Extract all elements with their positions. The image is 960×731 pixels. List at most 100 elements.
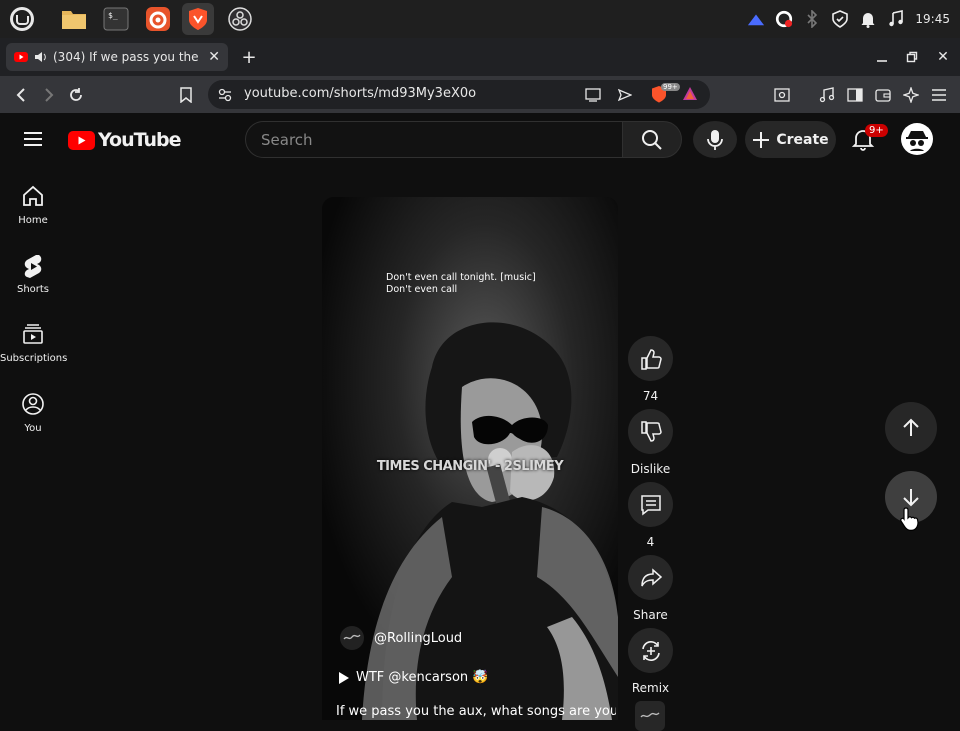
site-settings-icon[interactable]	[218, 87, 232, 106]
close-window-icon[interactable]: ✕	[934, 48, 952, 66]
audio-link[interactable]: WTF @kencarson 🤯	[338, 670, 488, 685]
channel-info[interactable]: @RollingLoud	[340, 626, 462, 650]
svg-text:$_: $_	[108, 11, 118, 20]
sidebar-item-subscriptions[interactable]: Subscriptions	[0, 323, 68, 364]
plus-icon	[753, 131, 770, 148]
thumbs-up-icon	[640, 348, 662, 370]
share-icon	[640, 567, 662, 586]
youtube-logo[interactable]: YouTube	[68, 129, 181, 151]
sound-thumbnail[interactable]	[635, 701, 665, 731]
sidebar-item-home[interactable]: Home	[0, 185, 66, 226]
main-menu-icon[interactable]	[927, 83, 951, 107]
search-placeholder: Search	[261, 131, 313, 149]
media-controls-icon[interactable]	[815, 83, 839, 107]
share-button[interactable]	[628, 555, 673, 600]
bluetooth-icon[interactable]	[803, 10, 821, 28]
remix-button[interactable]	[628, 628, 673, 673]
sidebar-toggle-icon[interactable]	[843, 83, 867, 107]
shields-badge: 99+	[661, 83, 680, 91]
browser-tab-strip: (304) If we pass you the aux ✕ + ✕	[0, 38, 960, 76]
youtube-logo-text: YouTube	[98, 129, 181, 151]
leo-ai-icon[interactable]	[899, 83, 923, 107]
comments-action[interactable]: 4	[628, 482, 673, 549]
clock[interactable]: 19:45	[915, 12, 950, 26]
sidebar-item-you[interactable]: You	[0, 393, 66, 434]
thumbs-down-icon	[640, 420, 662, 442]
music-note-icon[interactable]	[887, 10, 905, 28]
audio-playing-icon[interactable]	[34, 51, 47, 63]
back-icon[interactable]	[9, 83, 33, 107]
reader-mode-icon[interactable]	[770, 83, 794, 107]
wallet-icon[interactable]	[871, 83, 895, 107]
terminal-icon[interactable]: $_	[100, 3, 132, 35]
orange-app-icon[interactable]	[142, 3, 174, 35]
sidebar-item-label: You	[24, 423, 42, 434]
linux-mint-menu-icon[interactable]	[6, 3, 38, 35]
notification-bell-icon[interactable]	[859, 10, 877, 28]
sidebar-item-label: Home	[18, 215, 48, 226]
audio-label: WTF @kencarson 🤯	[356, 670, 489, 685]
new-tab-icon[interactable]: +	[240, 47, 258, 68]
search-button[interactable]	[622, 121, 682, 158]
sidebar-item-label: Shorts	[16, 284, 50, 295]
dislike-label: Dislike	[630, 462, 671, 476]
mouse-cursor-hand-icon	[899, 506, 921, 536]
video-caption: Don't even call tonight. [music] Don't e…	[386, 272, 536, 295]
arrow-up-icon	[903, 418, 919, 436]
shield-icon[interactable]	[831, 10, 849, 28]
avatar-incognito-icon	[902, 124, 932, 154]
previous-short-button[interactable]	[885, 402, 937, 454]
minimize-window-icon[interactable]	[873, 48, 891, 66]
send-icon[interactable]	[617, 87, 633, 106]
share-action[interactable]: Share	[628, 555, 673, 622]
video-overlay-title: TIMES CHANGIN' - 2SLIMEY	[376, 459, 564, 474]
url-text[interactable]: youtube.com/shorts/md93My3eX0o	[244, 86, 476, 101]
brave-browser-icon[interactable]	[182, 3, 214, 35]
forward-icon[interactable]	[37, 83, 61, 107]
sidebar-item-shorts[interactable]: Shorts	[0, 254, 66, 295]
avatar[interactable]	[901, 123, 933, 155]
brave-rewards-icon[interactable]	[682, 86, 698, 106]
share-label: Share	[633, 608, 668, 622]
like-count: 74	[642, 389, 659, 403]
sidebar-item-label: Subscriptions	[0, 353, 68, 364]
voice-search-button[interactable]	[693, 121, 737, 158]
notifications-button[interactable]: 9+	[851, 124, 888, 155]
address-bar[interactable]: youtube.com/shorts/md93My3eX0o 99+	[208, 80, 710, 109]
comment-count: 4	[646, 535, 655, 549]
shorts-icon	[24, 255, 42, 278]
youtube-page: YouTube Search Create 9+ Home Shorts Sub…	[0, 113, 960, 731]
dislike-action[interactable]: Dislike	[628, 409, 673, 476]
system-tray: 19:45	[747, 0, 950, 38]
notifications-badge: 9+	[865, 124, 888, 137]
channel-name[interactable]: @RollingLoud	[374, 631, 462, 646]
comment-icon	[640, 494, 661, 516]
os-taskbar: $_ 19:45	[0, 0, 960, 38]
browser-tab[interactable]: (304) If we pass you the aux ✕	[6, 43, 228, 71]
you-icon	[22, 393, 44, 415]
remix-label: Remix	[631, 681, 670, 695]
dislike-button[interactable]	[628, 409, 673, 454]
remix-icon	[641, 640, 660, 661]
restore-window-icon[interactable]	[903, 48, 921, 66]
like-button[interactable]	[628, 336, 673, 381]
search-input[interactable]: Search	[245, 121, 623, 158]
like-action[interactable]: 74	[628, 336, 673, 403]
microphone-icon	[707, 129, 723, 150]
file-manager-icon[interactable]	[58, 3, 90, 35]
cast-icon[interactable]	[585, 87, 601, 106]
comments-button[interactable]	[628, 482, 673, 527]
channel-avatar-icon[interactable]	[340, 626, 364, 650]
remix-action[interactable]: Remix	[628, 628, 673, 695]
create-button[interactable]: Create	[745, 121, 836, 158]
vpn-icon[interactable]	[747, 10, 765, 28]
tab-title: (304) If we pass you the aux	[53, 50, 202, 64]
bookmark-icon[interactable]	[174, 83, 198, 107]
close-tab-icon[interactable]: ✕	[208, 49, 220, 65]
obs-tray-icon[interactable]	[775, 10, 793, 28]
obs-icon[interactable]	[224, 3, 256, 35]
guide-menu-icon[interactable]	[22, 129, 44, 153]
short-video-player[interactable]: Don't even call tonight. [music] Don't e…	[322, 197, 618, 720]
reload-icon[interactable]	[64, 83, 88, 107]
short-title[interactable]: If we pass you the aux, what songs are y…	[336, 704, 616, 719]
